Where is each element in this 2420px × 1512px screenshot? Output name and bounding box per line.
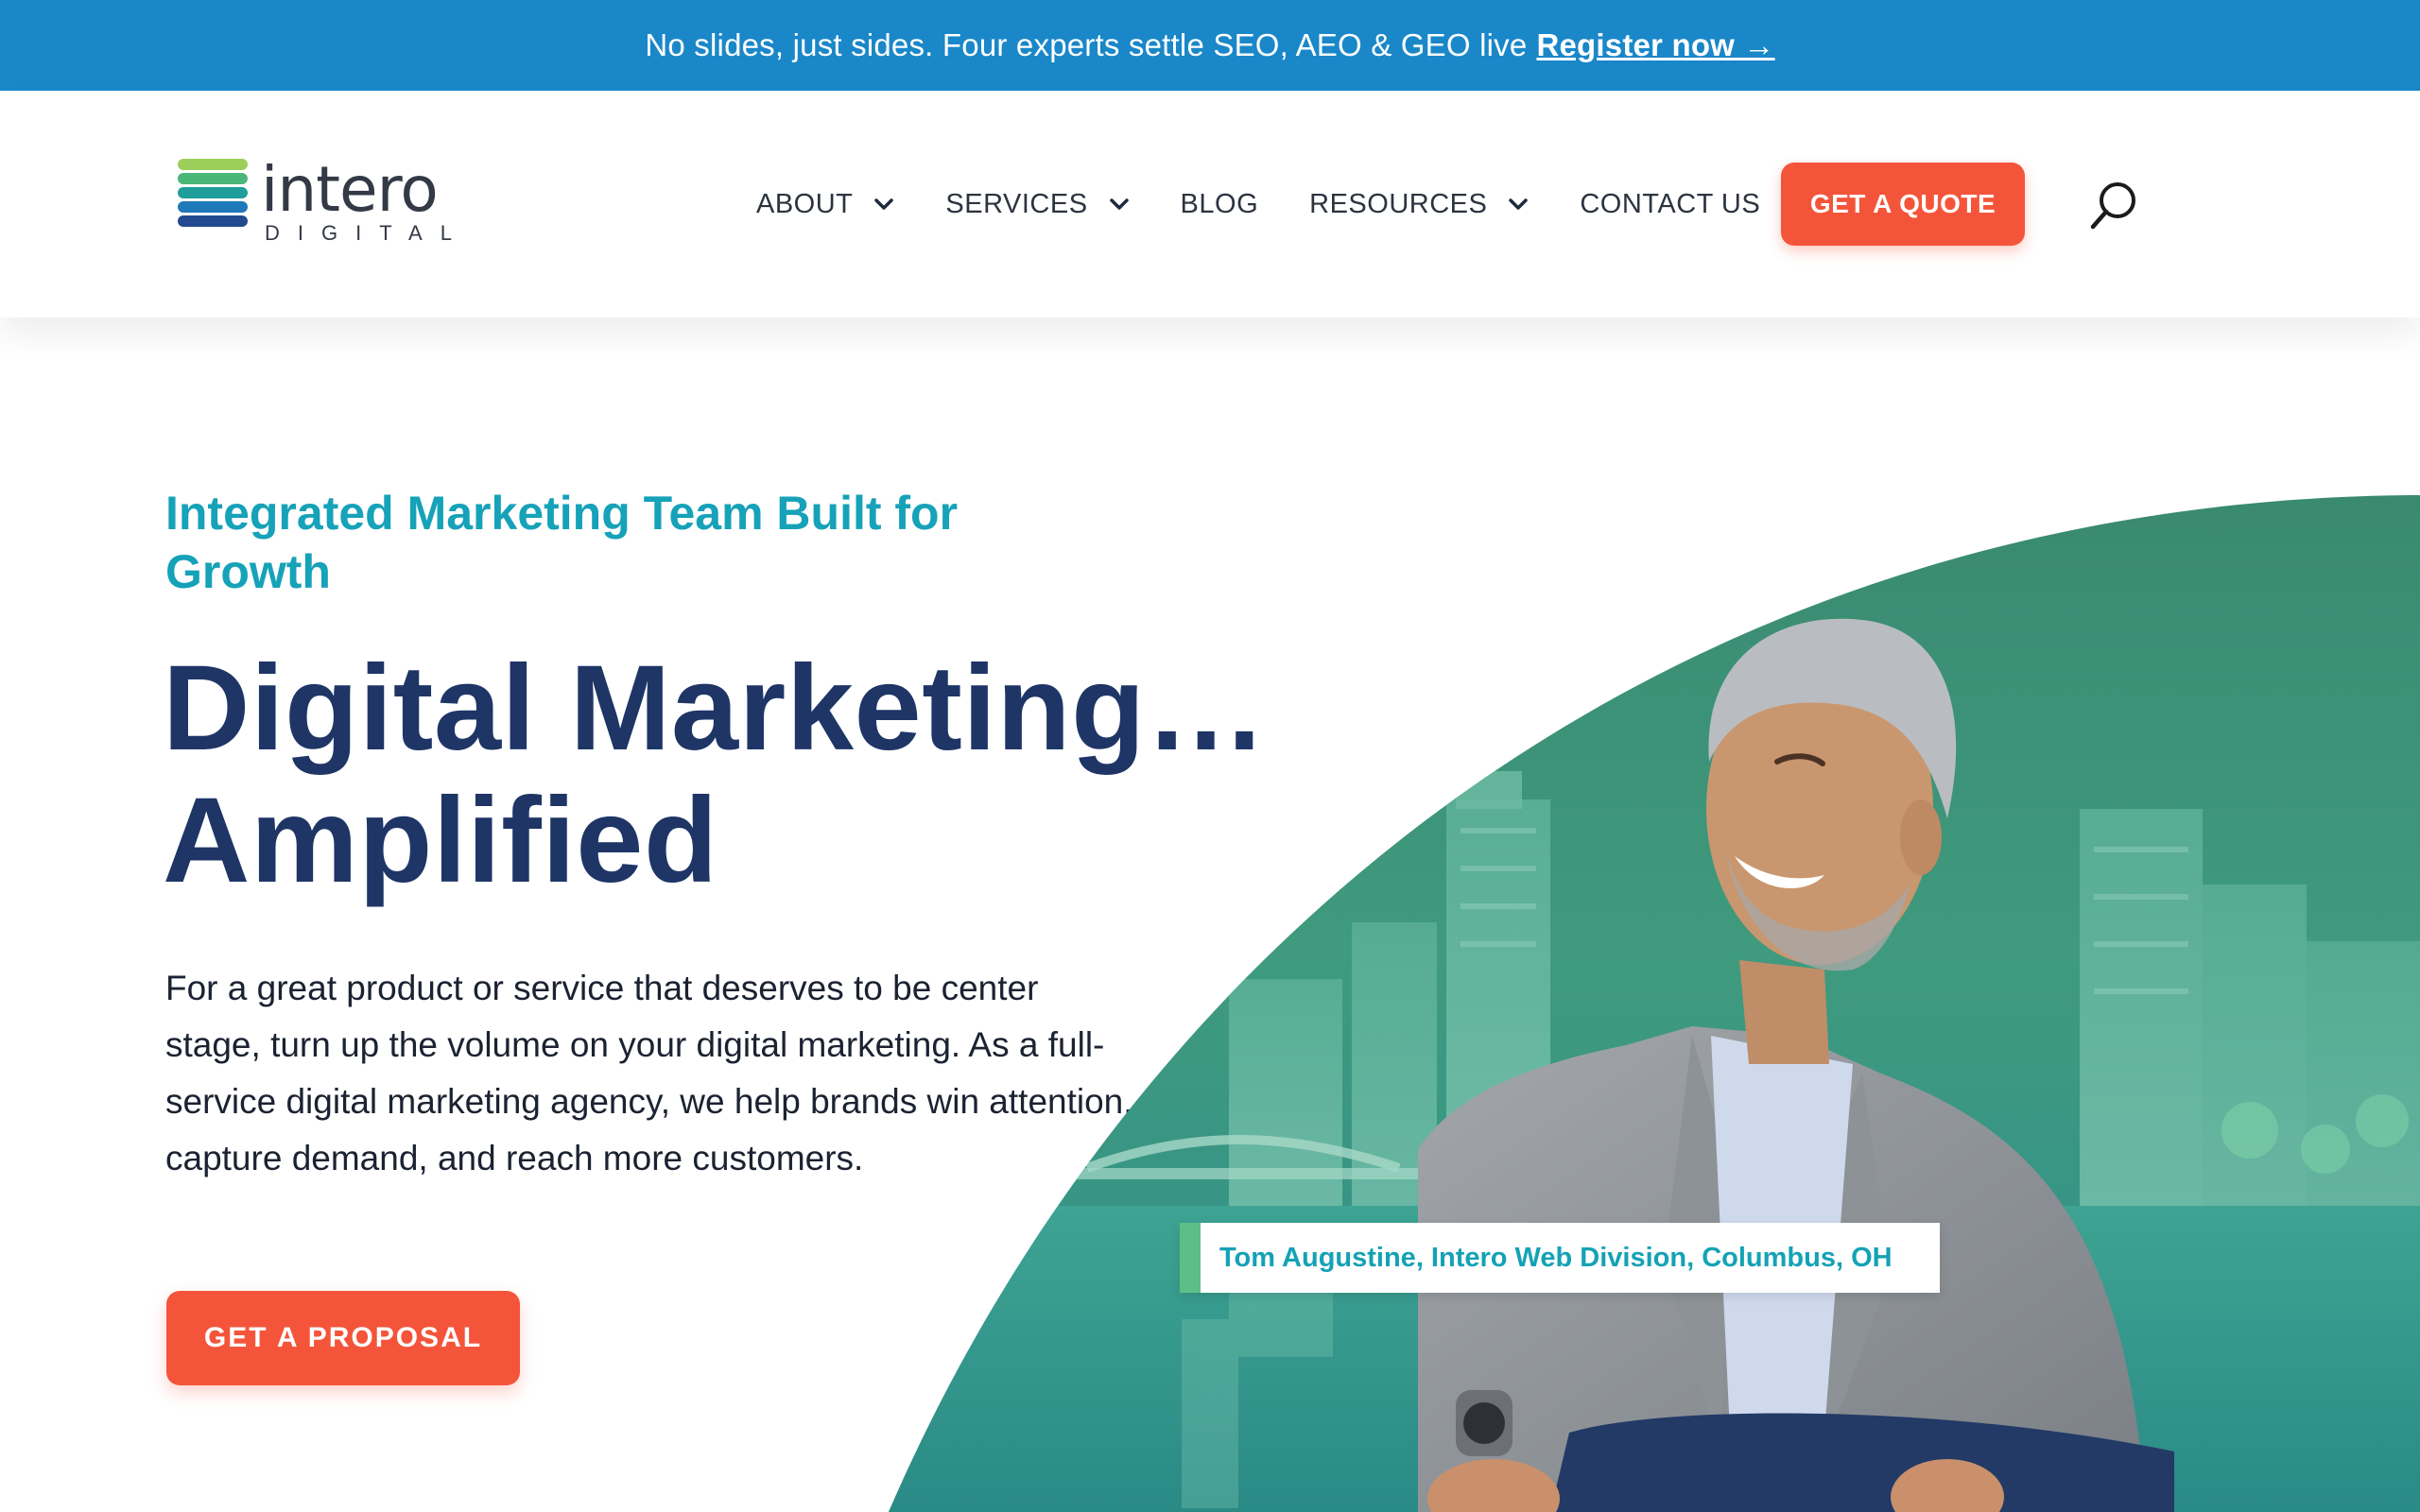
search-icon[interactable] xyxy=(2087,180,2140,232)
nav-item-label: ABOUT xyxy=(756,188,854,219)
chevron-down-icon xyxy=(1109,194,1130,215)
get-a-quote-button[interactable]: GET A QUOTE xyxy=(1781,163,2025,246)
nav-item-label: SERVICES xyxy=(945,188,1088,219)
chevron-down-icon xyxy=(873,194,894,215)
caption-text: Tom Augustine, Intero Web Division, Colu… xyxy=(1219,1242,1893,1273)
nav-item-services[interactable]: SERVICES xyxy=(945,189,1129,220)
nav-item-about[interactable]: ABOUT xyxy=(756,189,894,220)
logo-wordmark: intero xyxy=(261,153,439,226)
intero-digital-logo[interactable]: intero DIGITAL xyxy=(178,153,461,253)
announcement-text: No slides, just sides. Four experts sett… xyxy=(645,27,1528,62)
main-nav: ABOUT SERVICES BLOG RESOURCES CONTACT US xyxy=(756,91,1811,318)
hero-illustration xyxy=(889,495,2420,1512)
logo-stripes-icon xyxy=(178,159,248,230)
nav-item-label: RESOURCES xyxy=(1309,188,1488,219)
nav-item-label: BLOG xyxy=(1180,188,1259,219)
announcement-bar: No slides, just sides. Four experts sett… xyxy=(0,0,2420,91)
portrait-caption: Tom Augustine, Intero Web Division, Colu… xyxy=(1180,1223,1940,1293)
site-header: intero DIGITAL ABOUT SERVICES BLOG RESOU… xyxy=(0,91,2420,318)
nav-item-contact-us[interactable]: CONTACT US xyxy=(1580,189,1760,220)
logo-subtitle: DIGITAL xyxy=(265,221,470,245)
chevron-down-icon xyxy=(1508,194,1529,215)
register-now-link[interactable]: Register now → xyxy=(1536,27,1774,63)
nav-item-blog[interactable]: BLOG xyxy=(1181,189,1259,220)
nav-item-label: CONTACT US xyxy=(1580,188,1761,219)
nav-item-resources[interactable]: RESOURCES xyxy=(1309,189,1529,220)
